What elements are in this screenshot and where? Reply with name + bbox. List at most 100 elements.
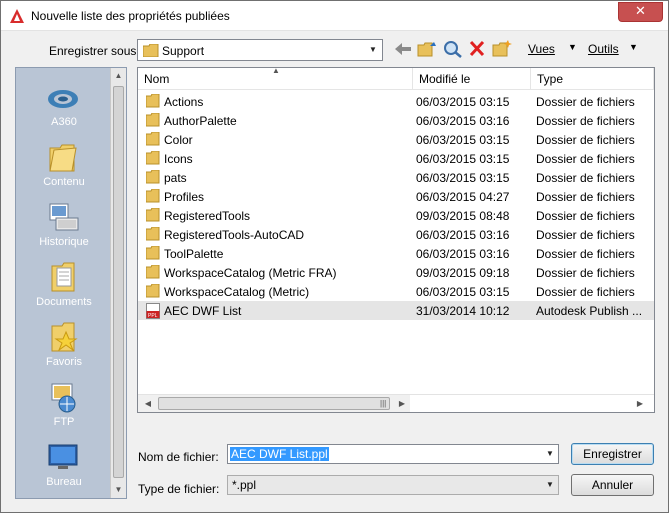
search-web-icon[interactable] xyxy=(443,40,463,58)
place-historique[interactable]: Historique xyxy=(16,194,112,254)
scroll-up-icon[interactable]: ▲ xyxy=(111,68,126,84)
scroll-thumb[interactable] xyxy=(113,86,124,478)
place-documents[interactable]: Documents xyxy=(16,254,112,314)
column-modified[interactable]: Modifié le xyxy=(413,68,531,90)
file-type: Dossier de fichiers xyxy=(536,209,635,223)
filetype-label: Type de fichier: xyxy=(138,482,220,496)
chevron-down-icon[interactable]: ▼ xyxy=(542,445,558,463)
file-type: Dossier de fichiers xyxy=(536,228,635,242)
chevron-down-icon[interactable]: ▼ xyxy=(542,476,558,494)
file-modified: 06/03/2015 03:15 xyxy=(416,95,510,109)
file-type: Dossier de fichiers xyxy=(536,247,635,261)
file-name: Color xyxy=(164,133,193,147)
tools-dropdown-icon[interactable]: ▼ xyxy=(629,42,638,52)
scroll-right-icon[interactable]: ▶ xyxy=(394,395,410,412)
file-modified: 09/03/2015 08:48 xyxy=(416,209,510,223)
place-contenu[interactable]: Contenu xyxy=(16,134,112,194)
file-row[interactable]: Profiles 06/03/2015 04:27 Dossier de fichi… xyxy=(138,187,654,206)
place-label: A360 xyxy=(51,116,77,128)
scroll-down-icon[interactable]: ▼ xyxy=(111,482,126,498)
desktop-icon xyxy=(46,440,80,474)
folder-icon xyxy=(145,112,160,130)
filename-input[interactable]: AEC DWF List.ppl ▼ xyxy=(227,444,559,464)
tools-menu[interactable]: Outils xyxy=(588,42,619,56)
scroll-left-icon[interactable]: ◀ xyxy=(140,395,156,412)
folder-icon xyxy=(145,283,160,301)
file-modified: 06/03/2015 03:15 xyxy=(416,152,510,166)
file-name: AEC DWF List xyxy=(164,304,242,318)
close-button[interactable]: ✕ xyxy=(618,2,663,22)
file-modified: 06/03/2015 03:15 xyxy=(416,171,510,185)
scroll-thumb[interactable]: ||| xyxy=(158,397,390,410)
place-a360[interactable]: A360 xyxy=(16,74,112,134)
file-list-header: Nom ▲ Modifié le Type xyxy=(138,68,654,90)
file-type: Dossier de fichiers xyxy=(536,190,635,204)
file-modified: 09/03/2015 09:18 xyxy=(416,266,510,280)
file-name: pats xyxy=(164,171,187,185)
column-type[interactable]: Type xyxy=(531,68,654,90)
back-arrow-icon[interactable] xyxy=(393,40,413,58)
place-bureau[interactable]: Bureau xyxy=(16,434,112,494)
file-name: Profiles xyxy=(164,190,205,204)
delete-icon[interactable] xyxy=(468,40,488,58)
title-bar: Nouvelle liste des propriétés publiées ✕ xyxy=(1,1,668,31)
file-modified: 06/03/2015 03:16 xyxy=(416,247,510,261)
filetype-select[interactable]: *.ppl ▼ xyxy=(227,475,559,495)
file-row[interactable]: Actions 06/03/2015 03:15 Dossier de fichie… xyxy=(138,92,654,111)
file-row[interactable]: RegisteredTools-AutoCAD 06/03/2015 03:16 D… xyxy=(138,225,654,244)
folder-icon xyxy=(145,93,160,111)
file-modified: 06/03/2015 03:16 xyxy=(416,228,510,242)
folder-icon xyxy=(145,245,160,263)
views-dropdown-icon[interactable]: ▼ xyxy=(568,42,577,52)
up-folder-icon[interactable] xyxy=(417,40,437,58)
place-favoris[interactable]: Favoris xyxy=(16,314,112,374)
file-name: Icons xyxy=(164,152,193,166)
file-row[interactable]: WorkspaceCatalog (Metric FRA) 09/03/2015 … xyxy=(138,263,654,282)
file-modified: 06/03/2015 03:15 xyxy=(416,285,510,299)
file-row[interactable]: PPL AEC DWF List 31/03/2014 10:12 Autodesk … xyxy=(138,301,654,320)
ppl-file-icon: PPL xyxy=(146,303,160,322)
places-bar: A360 Contenu Historique Documents Favoris FTP… xyxy=(15,67,127,499)
file-type: Dossier de fichiers xyxy=(536,285,635,299)
place-label: Contenu xyxy=(43,176,85,188)
cancel-button[interactable]: Annuler xyxy=(571,474,654,496)
file-type: Dossier de fichiers xyxy=(536,171,635,185)
file-row[interactable]: Color 06/03/2015 03:15 Dossier de fichiers xyxy=(138,130,654,149)
file-modified: 06/03/2015 03:15 xyxy=(416,133,510,147)
file-row[interactable]: Icons 06/03/2015 03:15 Dossier de fichiers xyxy=(138,149,654,168)
places-scrollbar[interactable]: ▲ ▼ xyxy=(110,68,126,498)
folder-icon xyxy=(145,264,160,282)
a360-icon xyxy=(46,80,80,114)
folder-icon xyxy=(145,188,160,206)
scrollbar-track xyxy=(410,395,654,412)
ftp-icon xyxy=(46,380,80,414)
filename-value[interactable]: AEC DWF List.ppl xyxy=(230,447,329,461)
file-type: Dossier de fichiers xyxy=(536,152,635,166)
folder-icon xyxy=(143,44,159,57)
save-in-dropdown[interactable]: Support ▼ xyxy=(137,39,383,61)
file-row[interactable]: pats 06/03/2015 03:15 Dossier de fichiers xyxy=(138,168,654,187)
save-in-label: Enregistrer sous: xyxy=(49,44,140,58)
chevron-down-icon[interactable]: ▼ xyxy=(364,40,382,60)
views-menu[interactable]: Vues xyxy=(528,42,555,56)
place-label: Bureau xyxy=(46,476,82,488)
file-row[interactable]: ToolPalette 06/03/2015 03:16 Dossier de fi… xyxy=(138,244,654,263)
favorites-folder-icon xyxy=(46,320,80,354)
file-row[interactable]: WorkspaceCatalog (Metric) 06/03/2015 03:1… xyxy=(138,282,654,301)
sort-ascending-icon: ▲ xyxy=(272,67,280,75)
file-name: AuthorPalette xyxy=(164,114,237,128)
file-name: Actions xyxy=(164,95,204,109)
file-row[interactable]: AuthorPalette 06/03/2015 03:16 Dossier de … xyxy=(138,111,654,130)
file-name: RegisteredTools xyxy=(164,209,251,223)
file-type: Dossier de fichiers xyxy=(536,133,635,147)
file-type: Dossier de fichiers xyxy=(536,266,635,280)
place-ftp[interactable]: FTP xyxy=(16,374,112,434)
folder-icon xyxy=(145,207,160,225)
save-button[interactable]: Enregistrer xyxy=(571,443,654,465)
file-row[interactable]: RegisteredTools 09/03/2015 08:48 Dossier d… xyxy=(138,206,654,225)
scroll-right-end-icon[interactable]: ▶ xyxy=(632,395,648,412)
file-name: WorkspaceCatalog (Metric FRA) xyxy=(164,266,337,280)
horizontal-scrollbar[interactable]: ◀ ||| ▶ ▶ xyxy=(138,394,654,412)
new-folder-icon[interactable] xyxy=(492,40,512,58)
save-dialog: Nouvelle liste des propriétés publiées ✕… xyxy=(0,0,669,513)
